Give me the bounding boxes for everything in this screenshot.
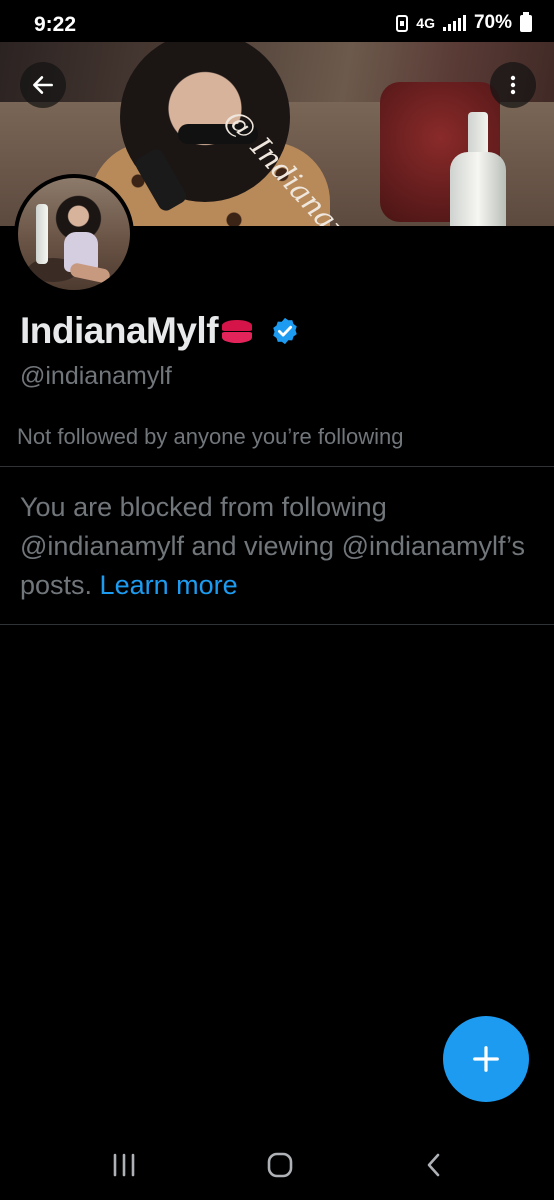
- network-type: 4G: [416, 15, 435, 31]
- back-icon: [427, 1153, 440, 1177]
- verified-badge-icon[interactable]: [270, 316, 300, 346]
- battery-saver-icon: [396, 14, 409, 32]
- signal-icon: [442, 15, 466, 31]
- arrow-left-icon: [33, 76, 53, 94]
- status-time: 9:22: [34, 13, 77, 36]
- more-vertical-icon: [510, 75, 516, 95]
- battery-icon: [520, 11, 532, 32]
- compose-button[interactable]: [443, 1016, 529, 1102]
- avatar-bottle: [36, 204, 48, 264]
- home-button[interactable]: [260, 1150, 300, 1180]
- banner-bottle: [450, 152, 506, 226]
- lips-icon: [220, 318, 254, 344]
- status-bar: 9:22 4G 70%: [0, 0, 554, 44]
- recents-icon: [113, 1153, 135, 1177]
- more-options-button[interactable]: [490, 62, 536, 108]
- blocked-notice: You are blocked from following @indianam…: [20, 488, 540, 605]
- divider: [0, 624, 554, 625]
- profile-handle: @indianamylf: [20, 362, 172, 390]
- learn-more-link[interactable]: Learn more: [100, 570, 238, 600]
- back-button[interactable]: [20, 62, 66, 108]
- home-icon: [267, 1152, 293, 1178]
- avatar[interactable]: [14, 174, 134, 294]
- plus-icon: [473, 1046, 499, 1072]
- system-nav-bar: [0, 1130, 554, 1200]
- blocked-notice-text: You are blocked from following @indianam…: [20, 492, 526, 600]
- battery-percent: 70%: [473, 12, 512, 33]
- display-name-row: IndianaMylf: [20, 310, 300, 352]
- recents-button[interactable]: [104, 1150, 144, 1180]
- status-indicators: 4G 70%: [396, 11, 532, 34]
- followed-by-text[interactable]: Not followed by anyone you’re following: [17, 424, 403, 450]
- back-nav-button[interactable]: [414, 1150, 454, 1180]
- display-name: IndianaMylf: [20, 310, 219, 351]
- avatar-legs: [68, 261, 112, 285]
- divider: [0, 466, 554, 467]
